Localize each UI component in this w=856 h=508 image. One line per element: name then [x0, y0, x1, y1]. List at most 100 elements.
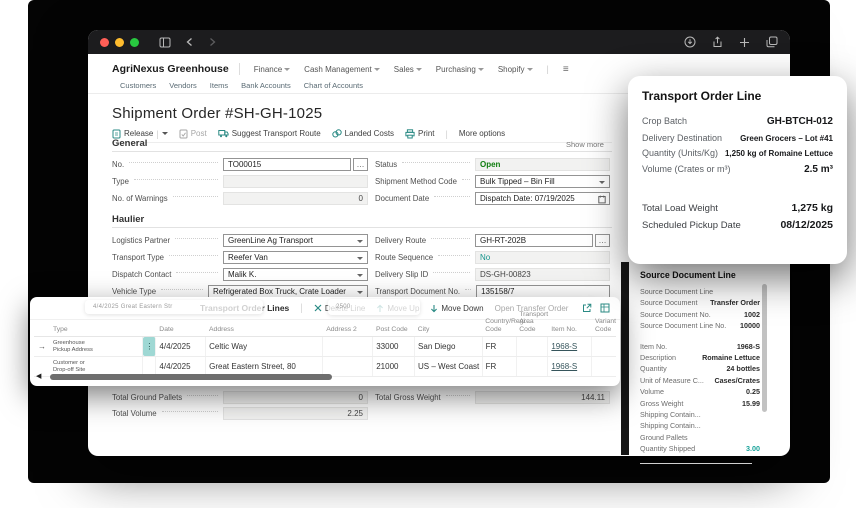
factbox-row: Source Document No.1002: [640, 310, 760, 321]
share-icon[interactable]: [712, 36, 723, 48]
vehicle-type-select[interactable]: Refrigerated Box Truck, Crate Loader: [208, 285, 368, 298]
menu-shopify[interactable]: Shopify: [498, 65, 533, 74]
nav-link-bank-accounts[interactable]: Bank Accounts: [241, 81, 291, 90]
card-row-crop-batch: Crop Batch GH-BTCH-012: [642, 116, 833, 127]
transport-order-lines-panel: Transport Order Lines | Delete Line Move…: [30, 297, 620, 386]
factbox-row: Unit of Measure C...Cases/Crates: [640, 376, 760, 387]
factbox-row: Item No.1968-S: [640, 342, 760, 353]
col-type[interactable]: Type: [50, 326, 143, 336]
no-input[interactable]: TO00015: [223, 158, 351, 171]
expand-grid-icon[interactable]: [600, 303, 610, 313]
menu-sales[interactable]: Sales: [394, 65, 422, 74]
cell-post-code[interactable]: 33000: [373, 337, 415, 356]
release-button[interactable]: Release|: [112, 129, 168, 139]
cell-date[interactable]: 4/4/2025: [156, 337, 206, 356]
table-row[interactable]: → Greenhouse Pickup Address ⋮ 4/4/2025 C…: [34, 337, 616, 357]
card-row-scheduled-pickup-date: Scheduled Pickup Date 08/12/2025: [642, 219, 833, 231]
chevron-down-icon: [284, 68, 290, 71]
cell-variant-code[interactable]: [592, 337, 616, 356]
download-icon[interactable]: [684, 36, 696, 48]
nav-link-items[interactable]: Items: [210, 81, 228, 90]
factbox-row: Quantity Shipped3.00: [640, 444, 760, 455]
factbox-row: Volume0.25: [640, 387, 760, 398]
menu-cash-management[interactable]: Cash Management: [304, 65, 380, 74]
calendar-icon[interactable]: [598, 195, 606, 204]
col-variant-code[interactable]: Variant Code: [592, 318, 616, 336]
copy-tabs-icon[interactable]: [766, 36, 778, 48]
col-address[interactable]: Address: [206, 326, 323, 336]
zoom-window-button[interactable]: [130, 38, 139, 47]
nav-link-customers[interactable]: Customers: [120, 81, 156, 90]
field-route-sequence: Route Sequence No: [375, 250, 610, 264]
forward-button[interactable]: [208, 37, 217, 47]
quantity-shipped-link[interactable]: 3.00: [746, 444, 760, 453]
cell-transport-area[interactable]: [517, 337, 549, 356]
field-document-date: Document Date Dispatch Date: 07/19/2025: [375, 191, 610, 205]
field-total-gross-weight: Total Gross Weight 144.11: [375, 390, 610, 404]
cell-city[interactable]: San Diego: [415, 337, 483, 356]
factbox-scrollbar[interactable]: [762, 284, 767, 412]
card-row-volume: Volume (Crates or m³) 2.5 m³: [642, 164, 833, 175]
minimize-window-button[interactable]: [115, 38, 124, 47]
field-type: Type: [112, 174, 368, 188]
post-button[interactable]: Post: [179, 129, 207, 139]
cell-type[interactable]: Greenhouse Pickup Address: [50, 337, 143, 356]
open-external-icon[interactable]: [582, 303, 592, 313]
field-shipment-method-code: Shipment Method Code Bulk Tipped – Bin F…: [375, 174, 610, 188]
warnings-field: 0: [223, 192, 368, 205]
col-address-2[interactable]: Address 2: [323, 326, 373, 336]
suggest-transport-route-button[interactable]: Suggest Transport Route: [218, 129, 321, 138]
chevron-down-icon: [374, 68, 380, 71]
logistics-partner-select[interactable]: GreenLine Ag Transport: [223, 234, 368, 247]
scrollbar-thumb[interactable]: [50, 374, 332, 380]
shipment-method-select[interactable]: Bulk Tipped – Bin Fill: [475, 175, 610, 188]
transport-type-select[interactable]: Reefer Van: [223, 251, 368, 264]
chevron-down-icon: [527, 68, 533, 71]
col-transport-area-code[interactable]: Transport Area Code: [516, 311, 548, 336]
col-post-code[interactable]: Post Code: [373, 326, 415, 336]
hamburger-menu-icon[interactable]: ≡: [563, 64, 569, 75]
cell-country-code[interactable]: FR: [483, 337, 517, 356]
transport-document-no-input[interactable]: 135158/7: [476, 285, 610, 298]
current-row-arrow-icon: →: [34, 337, 50, 356]
close-window-button[interactable]: [100, 38, 109, 47]
field-no-of-warnings: No. of Warnings 0: [112, 191, 368, 205]
show-more-link[interactable]: Show more: [566, 140, 604, 149]
plus-icon[interactable]: [739, 37, 750, 48]
horizontal-scrollbar[interactable]: [48, 373, 608, 381]
landed-costs-button[interactable]: Landed Costs: [332, 129, 394, 138]
col-date[interactable]: Date: [156, 326, 206, 336]
cell-address[interactable]: Celtic Way: [206, 337, 323, 356]
move-down-button[interactable]: Move Down: [430, 304, 483, 313]
assist-edit-button[interactable]: …: [353, 158, 368, 171]
arrow-down-icon: [430, 304, 438, 313]
delivery-route-input[interactable]: GH-RT-202B: [475, 234, 593, 247]
print-button[interactable]: Print: [405, 129, 434, 139]
general-section-heading: General: [112, 138, 147, 149]
dispatch-contact-select[interactable]: Malik K.: [223, 268, 368, 281]
row-drag-handle-icon[interactable]: ⋮: [143, 337, 156, 356]
col-city[interactable]: City: [415, 326, 483, 336]
menu-purchasing[interactable]: Purchasing: [436, 65, 484, 74]
route-sequence-link[interactable]: No: [475, 251, 610, 264]
col-country-code[interactable]: Country/Regi... Code: [482, 318, 516, 336]
post-doc-icon: [179, 129, 188, 139]
drag-ghost-row: 4/4/2025 Great Eastern Str: [85, 300, 263, 314]
menu-finance[interactable]: Finance: [254, 65, 290, 74]
cell-address-2[interactable]: [323, 337, 373, 356]
factbox-row: DescriptionRomaine Lettuce: [640, 353, 760, 364]
sidebar-icon[interactable]: [159, 37, 171, 48]
factbox-row: Ground Pallets: [640, 433, 760, 444]
factbox-row: Source DocumentTransfer Order: [640, 298, 760, 309]
scroll-left-arrow-icon[interactable]: ◀: [36, 372, 41, 380]
assist-edit-button[interactable]: …: [595, 234, 610, 247]
item-no-link[interactable]: 1968-S: [548, 337, 592, 356]
document-date-input[interactable]: Dispatch Date: 07/19/2025: [475, 192, 610, 205]
nav-link-vendors[interactable]: Vendors: [169, 81, 197, 90]
col-item-no[interactable]: Item No.: [548, 326, 592, 336]
field-transport-document-no: Transport Document No. 135158/7: [375, 284, 610, 298]
nav-link-chart-of-accounts[interactable]: Chart of Accounts: [304, 81, 363, 90]
back-button[interactable]: [185, 37, 194, 47]
field-total-volume: Total Volume 2.25: [112, 406, 368, 420]
more-options-button[interactable]: More options: [459, 129, 505, 138]
